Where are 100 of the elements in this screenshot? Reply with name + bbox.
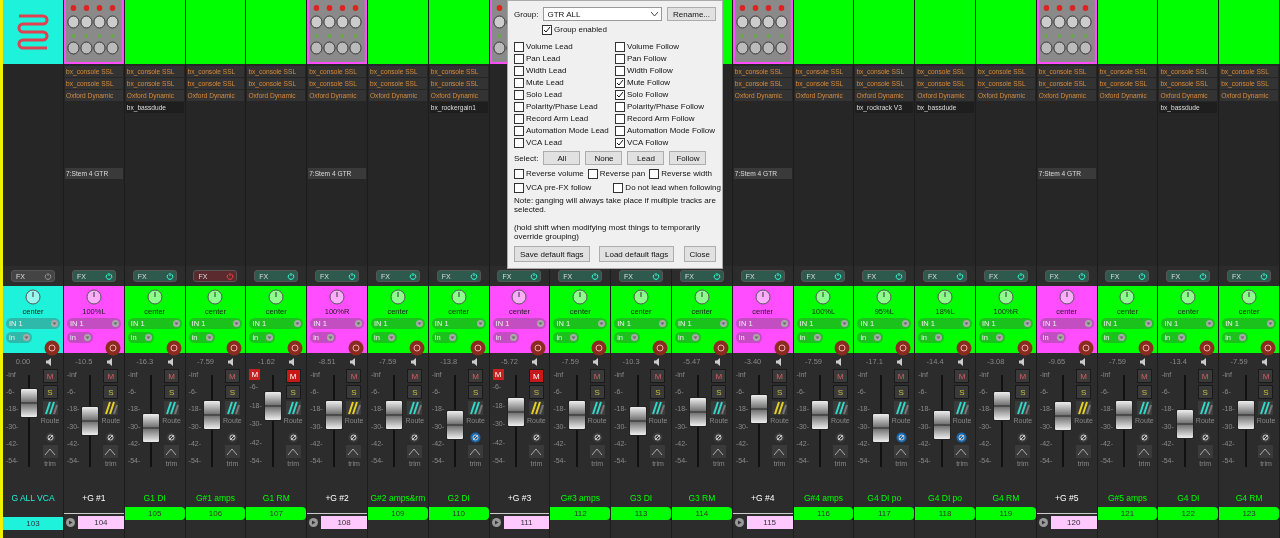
fader-handle[interactable]	[1175, 408, 1194, 439]
pan-knob[interactable]	[85, 289, 102, 305]
checkbox[interactable]	[615, 89, 625, 100]
mute-button[interactable]: M	[893, 369, 909, 383]
fader-handle[interactable]	[1236, 400, 1255, 431]
trim-icon[interactable]	[224, 445, 240, 458]
mute-button[interactable]: M	[468, 369, 484, 383]
fader-handle[interactable]	[811, 400, 830, 431]
solo-button[interactable]: S	[650, 385, 666, 399]
route-icon[interactable]	[1136, 401, 1152, 415]
pan-knob[interactable]	[937, 289, 954, 305]
solo-button[interactable]: S	[468, 385, 484, 399]
play-icon[interactable]	[309, 518, 319, 527]
solo-button[interactable]: S	[285, 385, 301, 399]
solo-button[interactable]: S	[42, 385, 58, 399]
trim-icon[interactable]	[1076, 445, 1092, 458]
record-arm-button[interactable]	[287, 340, 304, 356]
solo-button[interactable]: S	[893, 385, 909, 399]
route-icon[interactable]	[528, 401, 544, 415]
fader-handle[interactable]	[324, 400, 343, 431]
phase-icon[interactable]	[713, 432, 725, 443]
fader-handle[interactable]	[142, 413, 161, 444]
trim-icon[interactable]	[407, 445, 423, 458]
mute-button[interactable]: M	[1136, 369, 1152, 383]
play-icon[interactable]	[734, 518, 744, 527]
pan-knob[interactable]	[693, 289, 710, 305]
mute-button[interactable]: M	[103, 369, 119, 383]
checkbox[interactable]	[514, 113, 524, 124]
pan-knob[interactable]	[1119, 289, 1136, 305]
checkbox[interactable]	[514, 89, 524, 100]
phase-icon[interactable]	[287, 432, 299, 443]
checkbox[interactable]	[615, 53, 625, 64]
rename-button[interactable]: Rename...	[667, 7, 716, 21]
pan-knob[interactable]	[997, 289, 1014, 305]
phase-icon[interactable]	[409, 432, 421, 443]
trim-icon[interactable]	[954, 445, 970, 458]
checkbox[interactable]	[514, 168, 524, 179]
checkbox[interactable]	[542, 24, 552, 35]
record-arm-button[interactable]	[773, 340, 790, 356]
record-arm-button[interactable]	[895, 340, 912, 356]
trim-icon[interactable]	[1197, 445, 1213, 458]
record-arm-button[interactable]	[652, 340, 668, 356]
mute-button[interactable]: M	[1015, 369, 1031, 383]
fader-handle[interactable]	[446, 409, 465, 440]
fader-handle[interactable]	[385, 400, 404, 431]
route-icon[interactable]	[711, 401, 727, 415]
solo-button[interactable]: S	[528, 385, 544, 399]
pan-knob[interactable]	[389, 289, 406, 305]
trim-icon[interactable]	[1136, 445, 1152, 458]
checkbox[interactable]	[615, 41, 625, 52]
route-icon[interactable]	[346, 401, 362, 415]
trim-icon[interactable]	[893, 445, 909, 458]
route-icon[interactable]	[650, 401, 666, 415]
record-arm-button[interactable]	[165, 340, 182, 356]
phase-icon[interactable]	[348, 432, 360, 443]
record-arm-button[interactable]	[1077, 340, 1094, 356]
checkbox[interactable]	[514, 125, 524, 136]
route-icon[interactable]	[832, 401, 848, 415]
checkbox[interactable]	[514, 77, 524, 88]
solo-button[interactable]: S	[1136, 385, 1152, 399]
phase-icon[interactable]	[895, 432, 907, 443]
checkbox[interactable]	[514, 101, 524, 112]
fader-handle[interactable]	[507, 396, 526, 427]
select-button[interactable]: Follow	[669, 151, 707, 165]
checkbox[interactable]	[514, 41, 524, 52]
mute-button[interactable]: M	[772, 369, 788, 383]
record-arm-button[interactable]	[712, 340, 729, 356]
mute-button[interactable]: M	[224, 369, 240, 383]
checkbox[interactable]	[615, 113, 625, 124]
solo-button[interactable]: S	[1015, 385, 1031, 399]
phase-icon[interactable]	[166, 432, 178, 443]
phase-icon[interactable]	[1078, 432, 1090, 443]
pan-knob[interactable]	[633, 289, 650, 305]
mute-button[interactable]: M	[1076, 369, 1092, 383]
solo-button[interactable]: S	[103, 385, 119, 399]
route-icon[interactable]	[103, 401, 119, 415]
trim-icon[interactable]	[1258, 445, 1274, 458]
fader-handle[interactable]	[1115, 400, 1134, 431]
play-icon[interactable]	[66, 518, 75, 527]
trim-icon[interactable]	[1015, 445, 1031, 458]
route-icon[interactable]	[1258, 401, 1274, 415]
solo-button[interactable]: S	[1076, 385, 1092, 399]
select-button[interactable]: None	[585, 151, 623, 165]
record-arm-button[interactable]	[469, 340, 486, 356]
group-select[interactable]: GTR ALL	[543, 7, 663, 21]
pan-knob[interactable]	[1058, 289, 1075, 305]
play-icon[interactable]	[1038, 518, 1048, 527]
mute-button[interactable]: M	[650, 369, 666, 383]
checkbox[interactable]	[615, 125, 625, 136]
trim-icon[interactable]	[528, 445, 544, 458]
fader-handle[interactable]	[567, 400, 586, 431]
trim-icon[interactable]	[832, 445, 848, 458]
record-arm-button[interactable]	[104, 340, 121, 356]
fader-handle[interactable]	[81, 406, 100, 436]
route-icon[interactable]	[1197, 401, 1213, 415]
checkbox[interactable]	[514, 182, 524, 193]
checkbox[interactable]	[514, 65, 524, 76]
phase-icon[interactable]	[956, 432, 968, 443]
route-icon[interactable]	[1015, 401, 1031, 415]
route-icon[interactable]	[954, 401, 970, 415]
